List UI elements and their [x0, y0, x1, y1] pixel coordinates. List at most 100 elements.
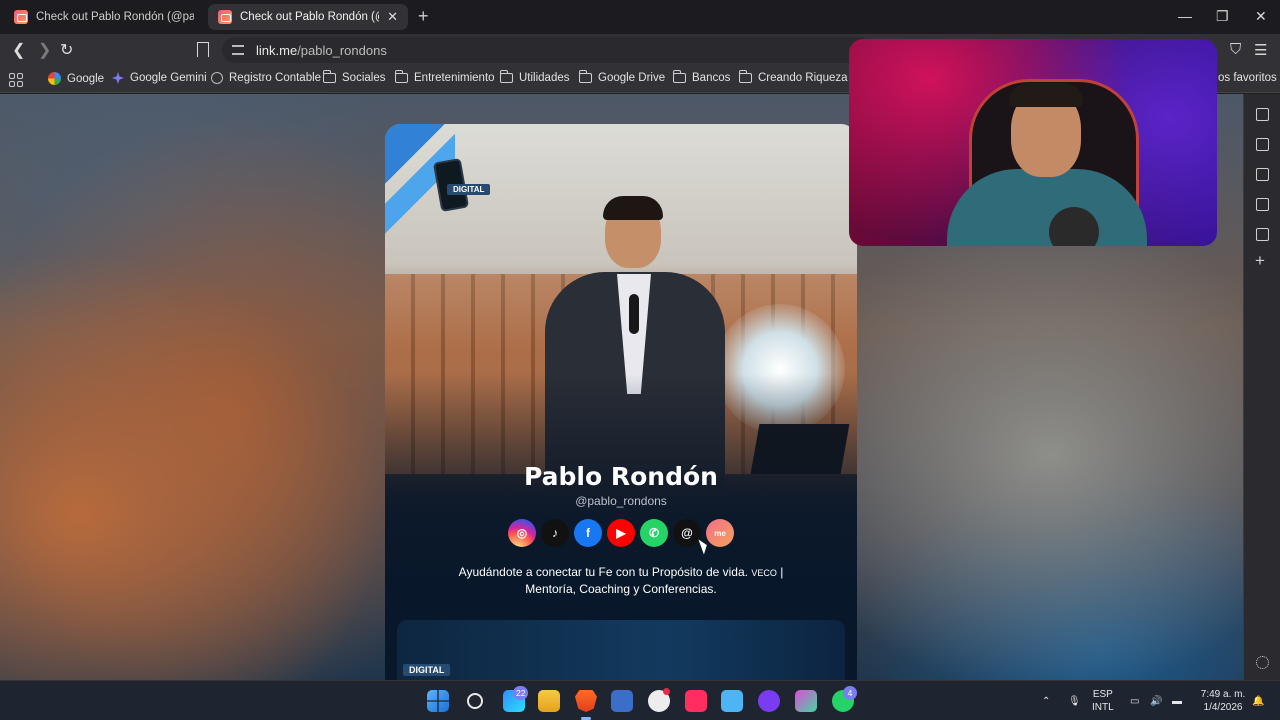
leo-ai-icon[interactable]	[1256, 108, 1269, 121]
url-path: /pablo_rondons	[297, 42, 387, 58]
bookmark-label: os favoritos	[1218, 72, 1277, 84]
profile-handle: @pablo_rondons	[575, 494, 667, 508]
windows-start-icon[interactable]	[427, 690, 449, 712]
whatsapp-badge: 4	[843, 686, 857, 700]
notepad-icon[interactable]	[721, 690, 743, 712]
close-window-button[interactable]: ✕	[1255, 8, 1267, 25]
gemini-logo-icon	[112, 72, 124, 84]
keyboard-layout: INTL	[1092, 702, 1114, 713]
microphone-icon[interactable]: 🎙	[1068, 681, 1081, 720]
bio-text: Ayudándote a conectar tu Fe con tu Propó…	[458, 565, 748, 579]
notification-bell-icon[interactable]: 🔔	[1252, 681, 1264, 720]
folder-icon	[395, 70, 408, 83]
bookmark-folder-sociales[interactable]: Sociales	[323, 70, 385, 84]
menu-icon[interactable]: ☰	[1254, 41, 1267, 59]
back-button[interactable]: ❮	[12, 40, 25, 60]
assistant-app-icon[interactable]	[758, 690, 780, 712]
bookmark-icon[interactable]	[197, 42, 209, 57]
threads-icon[interactable]: @	[673, 519, 701, 547]
show-hidden-icons[interactable]: ⌃	[1042, 681, 1050, 720]
clock-date: 1/4/2026	[1203, 702, 1243, 713]
bookmark-folder-creando-riqueza[interactable]: Creando Riqueza	[739, 70, 848, 84]
globe-icon	[211, 72, 223, 84]
folder-icon	[500, 70, 513, 83]
bookmarks-panel-icon[interactable]	[1256, 198, 1269, 211]
youtube-icon[interactable]: ▶	[607, 519, 635, 547]
language-code: ESP	[1092, 689, 1113, 700]
bookmark-label: Google Gemini	[130, 72, 207, 84]
forward-button[interactable]: ❯	[38, 40, 51, 60]
bookmark-label: Registro Contable	[229, 72, 322, 84]
windows-taskbar: 22 4 ⌃ 🎙 ESP INTL ▭ 🔊 ▬ 7:49 a. m. 1/4/2…	[0, 680, 1280, 720]
bio-separator: |	[780, 565, 784, 579]
search-icon[interactable]	[467, 693, 483, 709]
new-tab-button[interactable]: +	[418, 6, 429, 27]
bookmark-folder-entretenimiento[interactable]: Entretenimiento	[395, 70, 495, 84]
brave-browser-icon[interactable]	[575, 690, 597, 712]
digital-logo-badge: DIGITAL	[447, 184, 491, 195]
bookmark-google-gemini[interactable]: Google Gemini	[112, 72, 207, 84]
tab-title: Check out Pablo Rondón (@pab	[240, 11, 379, 23]
tab-strip: Check out Pablo Rondón (@pablo_ro Check …	[0, 0, 1280, 34]
bookmark-folder-bancos[interactable]: Bancos	[673, 70, 731, 84]
bookmark-label: Google	[67, 72, 105, 85]
browser-sidebar: +	[1243, 94, 1280, 680]
instagram-icon[interactable]: ◎	[508, 519, 536, 547]
browser-tab-2[interactable]: Check out Pablo Rondón (@pab ✕	[208, 4, 408, 30]
folder-icon	[579, 70, 592, 83]
minimize-button[interactable]: —	[1178, 8, 1192, 24]
bio-tag: VECO	[751, 568, 777, 578]
display-icon[interactable]: ▭	[1130, 681, 1139, 720]
whatsapp-icon[interactable]: ✆	[640, 519, 668, 547]
notification-dot	[663, 688, 670, 695]
tiktok-app-icon[interactable]	[685, 690, 707, 712]
bookmark-registro-contable[interactable]: Registro Contable	[211, 72, 321, 84]
link-card[interactable]: DIGITAL	[397, 620, 845, 680]
widgets-badge: 22	[513, 686, 529, 700]
tab-title: Check out Pablo Rondón (@pablo_ro	[36, 11, 194, 23]
bookmark-folder-utilidades[interactable]: Utilidades	[500, 70, 570, 84]
folder-icon	[673, 70, 686, 83]
digital-logo-badge: DIGITAL	[403, 664, 451, 676]
chat-app-icon[interactable]	[795, 690, 817, 712]
folder-icon	[739, 70, 752, 83]
input-language-indicator[interactable]: ESP INTL	[1092, 688, 1114, 714]
address-bar[interactable]: link.me/pablo_rondons	[222, 37, 872, 63]
profile-card: DIGITAL Pablo Rondón @pablo_rondons ◎ ♪ …	[385, 124, 857, 680]
sidebar-settings-icon[interactable]	[1256, 656, 1269, 669]
shield-icon[interactable]: ⛉	[1230, 41, 1241, 58]
webcam-overlay	[849, 39, 1217, 246]
site-settings-icon[interactable]	[232, 45, 244, 55]
bookmark-google[interactable]: Google	[48, 72, 104, 85]
mail-icon[interactable]	[611, 690, 633, 712]
facebook-icon[interactable]: f	[574, 519, 602, 547]
file-explorer-icon[interactable]	[538, 690, 560, 712]
url-host: link.me	[256, 42, 298, 58]
reading-list-icon[interactable]	[1256, 228, 1269, 241]
all-bookmarks-button[interactable]: os favoritos	[1218, 72, 1277, 84]
apps-grid-icon[interactable]	[9, 73, 23, 87]
linkme-icon[interactable]: me	[706, 519, 734, 547]
clock-time: 7:49 a. m.	[1200, 689, 1246, 700]
browser-tab-1[interactable]: Check out Pablo Rondón (@pablo_ro	[4, 4, 204, 30]
close-tab-icon[interactable]: ✕	[387, 9, 398, 25]
playlist-icon[interactable]	[1256, 168, 1269, 181]
profile-name: Pablo Rondón	[524, 462, 718, 491]
bookmark-label: Bancos	[692, 72, 731, 84]
battery-icon[interactable]: ▬	[1172, 681, 1182, 720]
maximize-button[interactable]: ❐	[1216, 8, 1229, 25]
add-sidebar-item-icon[interactable]: +	[1255, 252, 1268, 269]
bookmark-folder-google-drive[interactable]: Google Drive	[579, 70, 665, 84]
bookmark-label: Entretenimiento	[414, 72, 495, 84]
wallet-icon[interactable]	[1256, 138, 1269, 151]
tiktok-icon[interactable]: ♪	[541, 519, 569, 547]
reload-button[interactable]: ↻	[60, 40, 73, 60]
profile-bio: Ayudándote a conectar tu Fe con tu Propó…	[425, 564, 817, 597]
bookmark-label: Creando Riqueza	[758, 72, 848, 84]
folder-icon	[323, 70, 336, 83]
volume-icon[interactable]: 🔊	[1150, 681, 1162, 720]
bookmark-label: Utilidades	[519, 72, 570, 84]
bio-text: Mentoría, Coaching y Conferencias.	[525, 582, 717, 596]
system-clock[interactable]: 7:49 a. m. 1/4/2026	[1196, 688, 1250, 714]
presenter-hair	[1009, 83, 1083, 107]
